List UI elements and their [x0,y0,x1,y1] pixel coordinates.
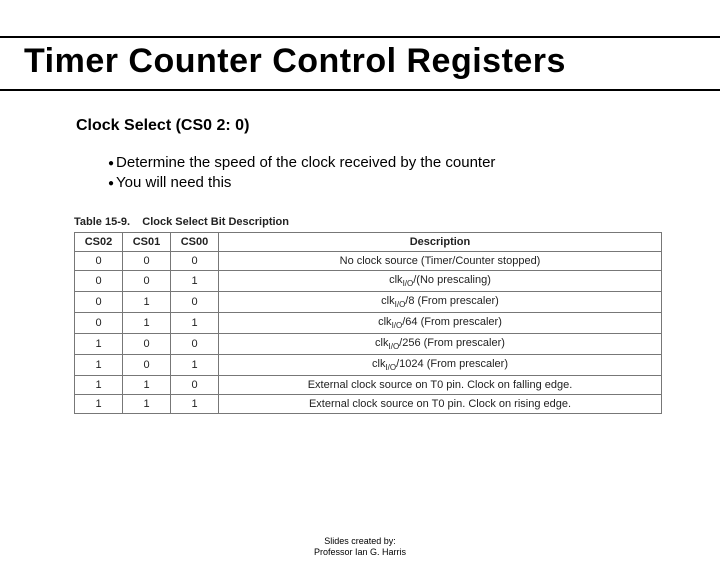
bit-cell: 0 [75,312,123,333]
bit-cell: 0 [123,355,171,376]
clock-select-table: CS02 CS01 CS00 Description 000No clock s… [74,232,662,415]
bit-cell: 1 [171,395,219,414]
bit-cell: 0 [171,376,219,395]
bit-cell: 1 [123,312,171,333]
table-row: 110External clock source on T0 pin. Cloc… [75,376,662,395]
footer-line-2: Professor Ian G. Harris [0,547,720,558]
title-band: Timer Counter Control Registers [0,36,720,91]
bullet-text: You will need this [116,173,231,193]
table-row: 000No clock source (Timer/Counter stoppe… [75,251,662,270]
table-row: 011clkI/O/64 (From prescaler) [75,312,662,333]
bit-cell: 1 [171,270,219,291]
description-cell: External clock source on T0 pin. Clock o… [219,376,662,395]
bit-cell: 0 [123,334,171,355]
col-header: CS02 [75,232,123,251]
description-cell: clkI/O/256 (From prescaler) [219,334,662,355]
bullet-icon: ● [108,157,114,171]
table-container: Table 15-9. Clock Select Bit Description… [74,216,662,415]
bit-cell: 1 [123,291,171,312]
bullet-icon: ● [108,177,114,191]
bit-cell: 1 [123,376,171,395]
bit-cell: 1 [171,355,219,376]
bit-cell: 1 [123,395,171,414]
table-row: 101clkI/O/1024 (From prescaler) [75,355,662,376]
description-cell: No clock source (Timer/Counter stopped) [219,251,662,270]
table-caption-label: Table 15-9. [74,216,130,228]
footer: Slides created by: Professor Ian G. Harr… [0,536,720,559]
table-row: 001clkI/O/(No prescaling) [75,270,662,291]
table-row: 010clkI/O/8 (From prescaler) [75,291,662,312]
description-cell: clkI/O/1024 (From prescaler) [219,355,662,376]
description-cell: External clock source on T0 pin. Clock o… [219,395,662,414]
bit-cell: 1 [75,376,123,395]
table-row: 111External clock source on T0 pin. Cloc… [75,395,662,414]
bit-cell: 0 [171,291,219,312]
description-cell: clkI/O/64 (From prescaler) [219,312,662,333]
table-caption: Table 15-9. Clock Select Bit Description [74,216,662,228]
subtitle: Clock Select (CS0 2: 0) [76,117,720,135]
bit-cell: 1 [75,355,123,376]
list-item: ● You will need this [108,173,720,193]
slide: Timer Counter Control Registers Clock Se… [0,36,720,576]
bit-cell: 0 [171,334,219,355]
bit-cell: 1 [75,395,123,414]
table-caption-text: Clock Select Bit Description [142,216,289,228]
page-title: Timer Counter Control Registers [24,42,720,81]
bullet-list: ● Determine the speed of the clock recei… [108,153,720,194]
footer-line-1: Slides created by: [0,536,720,547]
table-header-row: CS02 CS01 CS00 Description [75,232,662,251]
description-cell: clkI/O/8 (From prescaler) [219,291,662,312]
bit-cell: 0 [171,251,219,270]
col-header: CS00 [171,232,219,251]
bit-cell: 0 [75,270,123,291]
bit-cell: 0 [123,251,171,270]
bullet-text: Determine the speed of the clock receive… [116,153,495,173]
bit-cell: 0 [123,270,171,291]
bit-cell: 0 [75,251,123,270]
bit-cell: 1 [75,334,123,355]
col-header: CS01 [123,232,171,251]
table-row: 100clkI/O/256 (From prescaler) [75,334,662,355]
list-item: ● Determine the speed of the clock recei… [108,153,720,173]
description-cell: clkI/O/(No prescaling) [219,270,662,291]
bit-cell: 0 [75,291,123,312]
col-header: Description [219,232,662,251]
bit-cell: 1 [171,312,219,333]
